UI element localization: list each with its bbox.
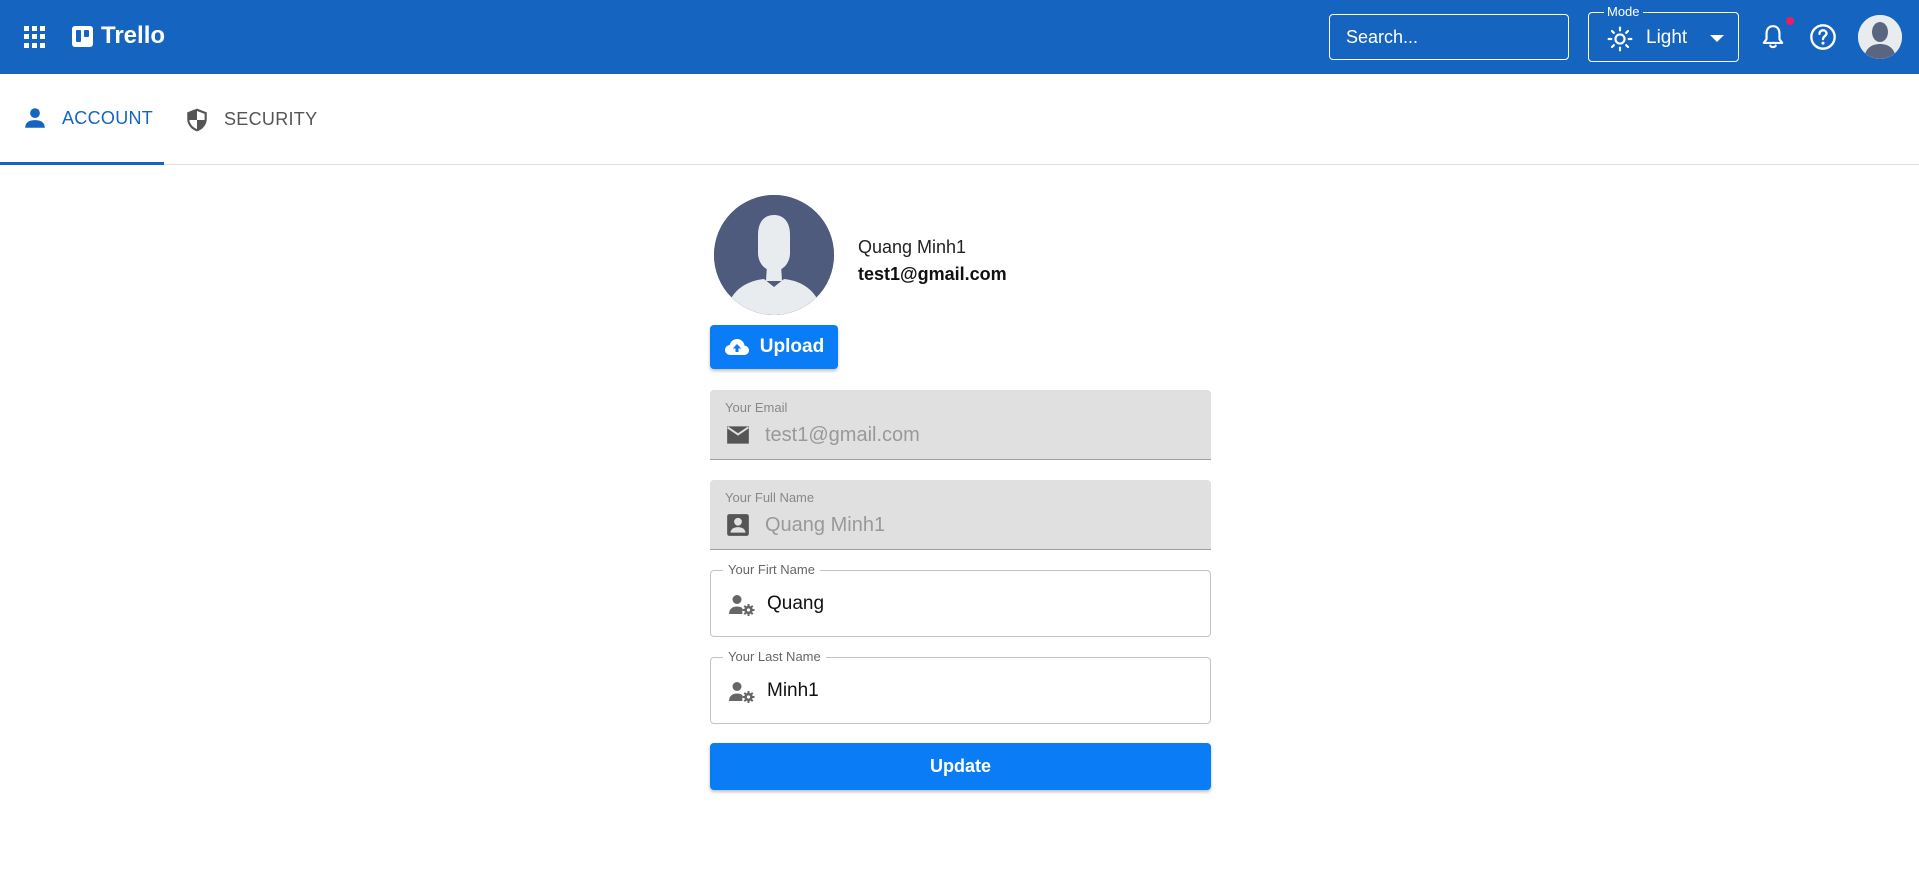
profile-display-name: Quang Minh1	[858, 237, 967, 257]
user-avatar[interactable]	[1858, 15, 1902, 59]
email-field-label: Your Email	[725, 400, 788, 415]
first-name-field[interactable]: Your Firt Name Quang	[710, 562, 1211, 637]
person-settings-icon	[729, 595, 755, 616]
full-name-field-label: Your Full Name	[725, 490, 815, 505]
person-icon	[25, 108, 45, 128]
last-name-field[interactable]: Your Last Name Minh1	[710, 649, 1211, 724]
top-app-bar: Trello Mode Light	[0, 0, 1919, 74]
chevron-down-icon	[1710, 35, 1724, 42]
first-name-field-value: Quang	[767, 593, 825, 614]
brand-logo[interactable]: Trello	[72, 22, 165, 50]
apps-grid-icon[interactable]	[24, 26, 46, 48]
user-silhouette-icon	[714, 195, 834, 315]
mode-select[interactable]: Mode Light	[1588, 4, 1739, 62]
shield-icon	[187, 108, 207, 131]
tab-account[interactable]: ACCOUNT	[0, 74, 164, 165]
mode-label: Mode	[1604, 4, 1643, 19]
search-input[interactable]	[1329, 14, 1569, 60]
tab-account-label: ACCOUNT	[62, 107, 154, 128]
full-name-field: Your Full Name Quang Minh1	[710, 480, 1211, 550]
email-field: Your Email test1@gmail.com	[710, 390, 1211, 460]
cloud-upload-icon	[724, 339, 749, 355]
person-settings-icon	[729, 682, 755, 703]
upload-button-label: Upload	[759, 336, 825, 357]
upload-avatar-button[interactable]: Upload	[710, 325, 838, 369]
email-field-value: test1@gmail.com	[765, 424, 920, 446]
tab-security-label: SECURITY	[224, 109, 318, 129]
notifications-bell-icon[interactable]	[1760, 23, 1786, 51]
help-circle-icon[interactable]	[1809, 23, 1837, 51]
mode-value: Light	[1646, 27, 1688, 48]
full-name-field-value: Quang Minh1	[765, 514, 886, 536]
profile-email: test1@gmail.com	[858, 264, 1007, 284]
mail-icon	[727, 426, 749, 444]
profile-avatar	[714, 195, 834, 315]
profile-tabs: ACCOUNT SECURITY	[0, 74, 1919, 165]
tab-security[interactable]: SECURITY	[184, 74, 317, 165]
trello-board-icon	[72, 25, 93, 47]
user-silhouette-icon	[1858, 15, 1902, 59]
notification-badge	[1786, 17, 1794, 25]
last-name-field-value: Minh1	[767, 680, 819, 701]
first-name-field-label: Your Firt Name	[723, 562, 820, 577]
update-button[interactable]: Update	[710, 743, 1211, 790]
sun-icon	[1607, 26, 1633, 52]
contact-icon	[727, 514, 749, 536]
brand-name: Trello	[101, 22, 166, 49]
last-name-field-label: Your Last Name	[723, 649, 826, 664]
